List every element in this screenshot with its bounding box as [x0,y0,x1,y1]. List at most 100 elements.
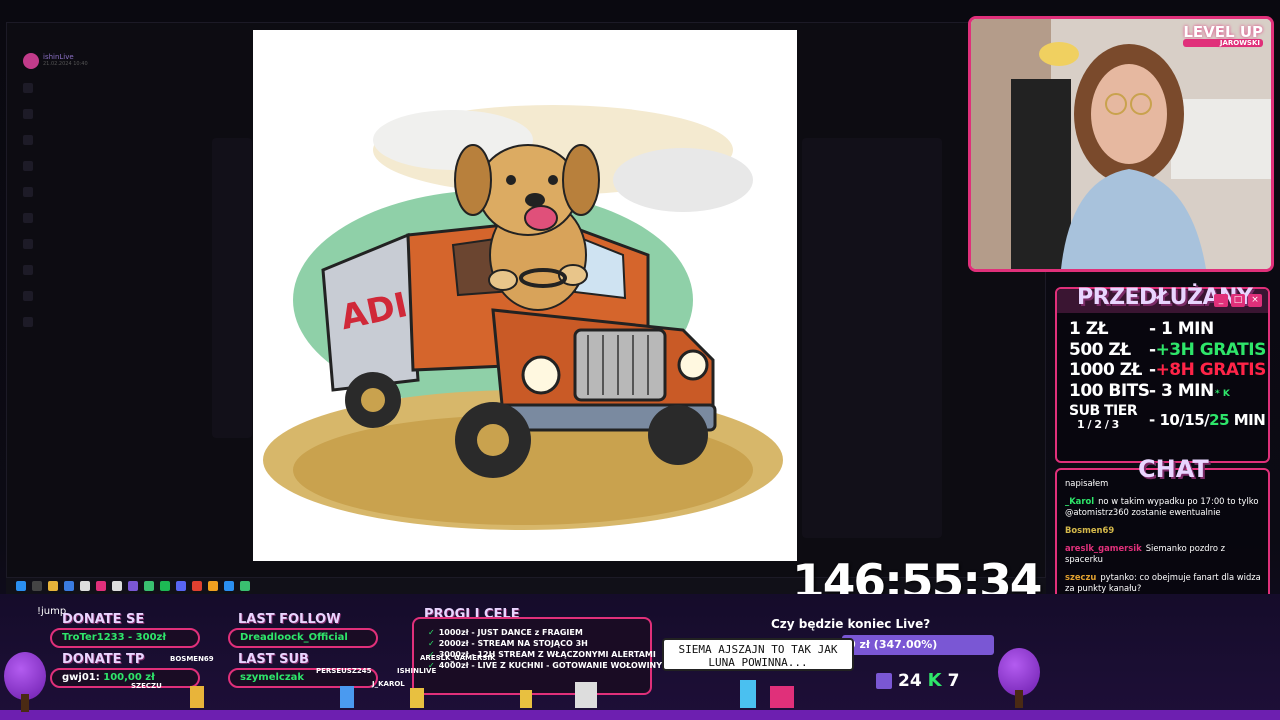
pricing-key: 1000 ZŁ [1069,360,1142,380]
chat-username: _Karol [1065,496,1095,506]
app-icon[interactable] [240,581,250,591]
goal-text: 4000zł - LIVE Z KUCHNI - GOTOWANIE WOŁOW… [438,661,663,670]
browser-icon[interactable] [64,581,74,591]
twitch-icon [876,672,892,689]
last-sub-label: LAST SUB [238,652,309,667]
pricing-key: SUB TIER 1 / 2 / 3 [1069,403,1149,437]
pixel-character [575,682,597,708]
kick-viewers: 7 [947,670,960,691]
pricing-key: 100 BITS [1069,380,1150,401]
pixel-character [190,686,204,708]
app-icon[interactable] [96,581,106,591]
poll-bar: 0 zł (347.00%) [842,635,994,655]
pricing-row: 1000 ZŁ - +8H GRATIS [1069,360,1269,381]
pricing-list: 1 ZŁ - 1 MIN 500 ZŁ - +3H GRATIS 1000 ZŁ… [1069,319,1269,437]
last-follow-value: Dreadloock_Official [228,628,378,648]
close-icon: × [1248,294,1262,307]
check-icon: ✓ [428,639,435,648]
window-buttons: _ □ × [1214,294,1262,307]
donate-se-label: DONATE SE [62,612,145,627]
goal-text: 2000zł - STREAM NA STOJĄCO 3H [438,639,588,648]
pricing-bonus: +8H GRATIS [1155,360,1267,380]
chat-text: napisałem [1065,478,1109,488]
app-icon[interactable] [192,581,202,591]
tier-mark: * K [1215,389,1230,399]
tier-value-c: MIN [1229,411,1266,429]
chat-text: no w takim wypadku po 17:00 to tylko @at… [1065,496,1259,517]
twitch-icon[interactable] [128,581,138,591]
pixel-ground [0,710,1280,720]
donate-se-value: TroTer1233 - 300zł [50,628,200,648]
pricing-row: 500 ZŁ - +3H GRATIS [1069,340,1269,361]
chat-username: szeczu [1065,572,1097,582]
twitch-viewers: 24 [898,670,922,691]
streamer-image [971,19,1271,269]
minimize-icon: _ [1214,294,1228,307]
sprite-name: PERSEUSZ245 [316,667,372,675]
tier-label: SUB TIER [1069,403,1138,419]
truck-dog-illustration: ADI [263,105,783,530]
fanart-image: ADI [253,30,797,561]
donate-tp-user: gwj01: [62,672,104,683]
desktop-sidebar [19,83,49,563]
app-icon[interactable] [112,581,122,591]
pixel-tree [998,648,1040,696]
app-icon[interactable] [208,581,218,591]
tier-value-a: - 10/15/ [1149,411,1210,429]
chat-message: szeczu pytanko: co obejmuje fanart dla wi… [1065,572,1264,594]
discord-icon[interactable] [176,581,186,591]
check-icon: ✓ [428,628,435,637]
desktop-panel [212,138,252,438]
viewer-stats: 24 K 7 [876,670,959,691]
pricing-value: - 1 MIN [1149,319,1214,339]
stream-overlay: ishinLive 21.02.2024 10:40 ADI LEVEL UP … [0,0,1280,720]
pricing-row: 100 BITS - 3 MIN [1069,381,1269,402]
desktop-panel [802,138,942,538]
sprite-name: BOSMEN69 [170,655,214,663]
sprite-name: ISHINLIVE [397,667,437,675]
pricing-row: 1 ZŁ - 1 MIN [1069,319,1269,340]
sprite-name: J_KAROL [372,680,405,688]
desktop-user-date: 21.02.2024 10:40 [43,61,88,67]
desktop-user-name: ishinLive [43,53,74,61]
goal-item: ✓ 2000zł - STREAM NA STOJĄCO 3H [428,638,650,649]
pixel-character [770,686,794,708]
sprite-name: SZECZU [131,682,162,690]
folder-icon[interactable] [48,581,58,591]
tts-announcement: SIEMA AJSZAJN TO TAK JAK LUNA POWINNA... [662,638,854,671]
desktop-user: ishinLive 21.02.2024 10:40 [43,53,88,67]
user-avatar [23,53,39,69]
pixel-character [740,680,756,708]
poll-question: Czy będzie koniec Live? [771,617,931,631]
tier-sublabel: 1 / 2 / 3 [1077,418,1119,431]
chat-message: areslk_gamersik Siemanko pozdro z spacerk… [1065,543,1264,565]
kick-icon: K [927,670,942,691]
pricing-value: - 10/15/25 MIN [1149,403,1266,437]
sprite-name: ARESLK_GAMERSIK [420,654,496,662]
chat-username: areslk_gamersik [1065,543,1142,553]
tier-value-b: 25 [1209,411,1230,429]
goal-text: 1000zł - JUST DANCE z FRAGIEM [438,628,583,637]
last-follow-label: LAST FOLLOW [238,612,341,627]
pixel-tree-trunk [1015,690,1023,708]
channel-logo: LEVEL UP JAROWSKI [1183,23,1263,47]
donate-tp-label: DONATE TP [62,652,145,667]
spotify-icon[interactable] [160,581,170,591]
pixel-character [410,688,424,708]
pixel-character [340,686,354,708]
pixel-character [520,690,532,708]
app-icon[interactable] [224,581,234,591]
chat-message: Bosmen69 [1065,525,1264,536]
chat-username: Bosmen69 [1065,525,1115,535]
pricing-row-tier: SUB TIER 1 / 2 / 3 - 10/15/25 MIN [1069,403,1269,437]
pricing-value: - 3 MIN [1149,380,1214,401]
app-icon[interactable] [80,581,90,591]
pixel-tree-trunk [21,694,29,712]
goal-item: ✓ 1000zł - JUST DANCE z FRAGIEM [428,627,650,638]
webcam-feed: LEVEL UP JAROWSKI [968,16,1274,272]
chat-message: _Karol no w takim wypadku po 17:00 to tyl… [1065,496,1264,518]
pixel-tree [4,652,46,700]
start-icon[interactable] [16,581,26,591]
search-icon[interactable] [32,581,42,591]
app-icon[interactable] [144,581,154,591]
